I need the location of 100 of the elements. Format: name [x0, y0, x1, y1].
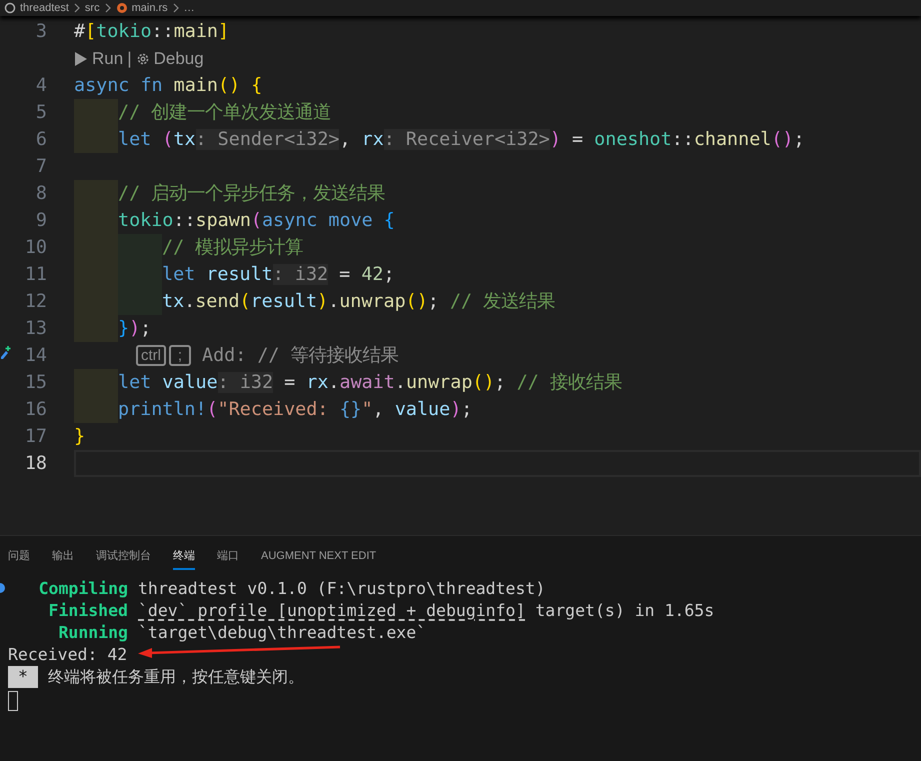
panel-tab[interactable]: 终端	[173, 544, 195, 570]
line-number: 6	[36, 128, 47, 150]
code-bracket: () {	[218, 75, 262, 96]
code-bracket: [	[85, 21, 96, 42]
terminal-link[interactable]: `dev` profile [unoptimized + debuginfo]	[138, 598, 526, 624]
terminal-text: threadtest v0.1.0 (F:\rustpro\threadtest)	[138, 578, 546, 600]
line-number: 4	[36, 74, 47, 96]
line-number: 15	[24, 372, 47, 393]
status-label: Compiling	[38, 578, 128, 600]
code-keyword: fn	[140, 75, 164, 96]
code-bracket: (	[206, 399, 218, 420]
panel-tab[interactable]: 调试控制台	[96, 544, 151, 570]
line-number: 12	[24, 290, 47, 312]
line-number: 16	[24, 398, 47, 420]
code-punctuation: =	[571, 129, 584, 150]
code-bracket: )	[450, 399, 462, 420]
code-bracket: }	[74, 426, 86, 447]
status-label: Finished	[48, 600, 128, 622]
line-number: 11	[24, 264, 47, 285]
code-variable: value	[162, 372, 218, 393]
code-punctuation: .	[328, 291, 340, 312]
line-number: 3	[36, 20, 47, 42]
code-keyword: let	[118, 129, 152, 150]
code-function: main	[174, 21, 218, 42]
code-keyword: move	[328, 210, 374, 231]
breadcrumb-item[interactable]: src	[84, 0, 100, 16]
line-number: 5	[36, 102, 47, 123]
code-bracket: )	[550, 129, 561, 150]
line-number: 13	[24, 318, 47, 339]
type-hint: : Sender<i32>	[196, 129, 340, 150]
run-link[interactable]: Run	[92, 46, 124, 72]
panel-tab[interactable]: 端口	[217, 544, 239, 570]
code-bracket: ]	[218, 21, 230, 42]
breadcrumb-item[interactable]: …	[184, 0, 195, 16]
code-punctuation: ;	[461, 399, 472, 420]
status-label: Running	[57, 622, 128, 644]
code-module: tokio	[96, 21, 152, 42]
line-number: 9	[36, 210, 47, 231]
type-hint: : i32	[218, 372, 274, 393]
terminal-text: 终端将被任务重用，按任意键关闭。	[48, 666, 304, 688]
line-number: 10	[24, 236, 47, 258]
gear-icon	[136, 52, 150, 66]
line-number: 17	[24, 426, 47, 447]
panel-tab[interactable]: AUGMENT NEXT EDIT	[261, 544, 376, 570]
terminal-text: Received: 42	[8, 644, 128, 666]
code-module: oneshot	[594, 129, 672, 150]
code-variable: tx	[162, 291, 184, 312]
code-punctuation: =	[283, 372, 296, 393]
code-string: "Received:	[218, 399, 330, 420]
type-hint: : Receiver<i32>	[384, 129, 550, 150]
chevron-icon	[104, 3, 112, 13]
line-number: 7	[36, 156, 47, 177]
code-comment: // 启动一个异步任务，发送结果	[118, 183, 386, 204]
code-function: send	[195, 291, 240, 312]
code-punctuation: ::	[672, 129, 694, 150]
code-bracket: }	[118, 318, 130, 339]
code-module: tokio	[118, 210, 174, 231]
terminal-cursor	[8, 691, 18, 711]
code-punctuation: .	[328, 372, 340, 393]
code-macro: println!	[118, 399, 207, 420]
code-keyword: async	[262, 210, 318, 231]
debug-link[interactable]: Debug	[154, 46, 204, 72]
type-hint: : i32	[272, 264, 328, 285]
code-function: spawn	[196, 210, 251, 231]
code-variable: result	[250, 291, 318, 312]
code-punctuation: ;	[140, 318, 152, 339]
terminal-text: `target\debug\threadtest.exe`	[138, 622, 426, 644]
code-punctuation: .	[394, 372, 406, 393]
task-badge: *	[8, 666, 38, 688]
code-function: unwrap	[406, 372, 472, 393]
code-bracket: )	[129, 318, 140, 339]
edit-plus-icon[interactable]	[0, 344, 11, 359]
breadcrumb-item[interactable]: main.rs	[132, 0, 168, 16]
code-bracket: (	[250, 210, 262, 231]
code-bracket: (	[240, 291, 251, 312]
code-keyword: let	[118, 372, 152, 393]
code-punctuation: ;	[383, 264, 395, 285]
line-number: 18	[24, 452, 47, 474]
code-keyword: let	[162, 264, 196, 285]
chevron-icon	[172, 3, 180, 13]
code-punctuation: ,	[339, 129, 352, 150]
code-comment: // 接收结果	[516, 372, 622, 393]
key-hint: ;	[169, 345, 191, 366]
code-keyword: async	[74, 75, 130, 96]
code-number: 42	[361, 264, 384, 285]
panel-tab[interactable]: 输出	[52, 544, 74, 570]
code-punctuation: ;	[428, 291, 440, 312]
line-number: 8	[36, 182, 47, 204]
code-function: channel	[694, 129, 772, 150]
breadcrumb-item[interactable]: threadtest	[20, 0, 69, 16]
code-punctuation: ;	[794, 129, 805, 150]
code-bracket: )	[317, 291, 328, 312]
code-comment: // 发送结果	[450, 291, 556, 312]
code-bracket: ()	[771, 129, 794, 150]
code-bracket: ()	[406, 291, 428, 312]
code-punctuation: ,	[372, 399, 385, 420]
code-function: unwrap	[339, 291, 406, 312]
code-function: main	[174, 75, 218, 96]
panel-tab[interactable]: 问题	[8, 544, 30, 570]
code-bracket: {	[384, 210, 395, 231]
